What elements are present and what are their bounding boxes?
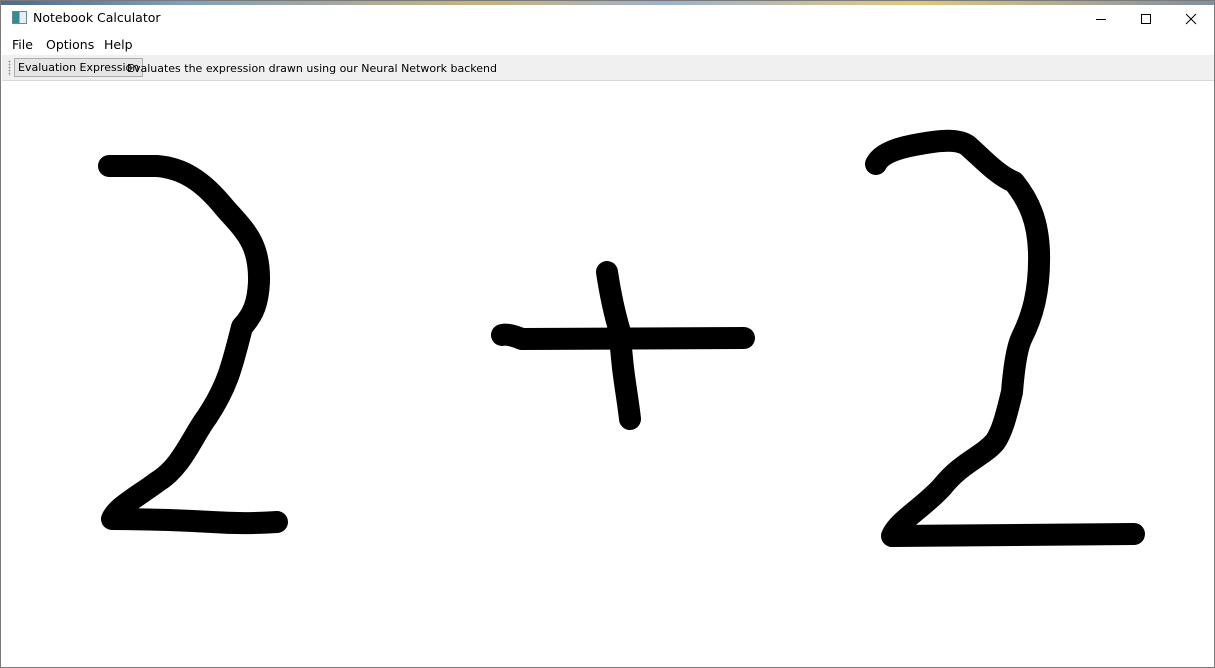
menu-bar: File Options Help [1, 32, 1214, 55]
minimize-button[interactable] [1078, 5, 1123, 32]
minimize-icon [1095, 18, 1106, 20]
digit-two-right-stroke [865, 129, 1145, 547]
toolbar-grip-handle[interactable] [8, 60, 11, 76]
toolbar-description: Evaluates the expression drawn using our… [127, 62, 497, 75]
close-button[interactable] [1168, 5, 1213, 32]
evaluate-expression-button[interactable]: Evaluation Expression [14, 58, 144, 77]
menu-help[interactable]: Help [104, 37, 133, 52]
menu-file[interactable]: File [12, 37, 33, 52]
close-icon [1185, 13, 1196, 24]
drawing-canvas[interactable] [2, 82, 1214, 667]
digit-two-left-stroke [98, 155, 288, 535]
app-window: Notebook Calculator File Options Help Ev… [0, 0, 1215, 668]
title-bar[interactable]: Notebook Calculator [1, 5, 1214, 32]
ink-layer [98, 129, 1145, 547]
maximize-icon [1140, 13, 1151, 24]
toolbar: Evaluation Expression Evaluates the expr… [2, 55, 1214, 81]
window-title: Notebook Calculator [33, 10, 161, 25]
app-icon [12, 11, 27, 24]
plus-vertical-stroke [596, 261, 641, 430]
menu-options[interactable]: Options [46, 37, 94, 52]
maximize-button[interactable] [1123, 5, 1168, 32]
